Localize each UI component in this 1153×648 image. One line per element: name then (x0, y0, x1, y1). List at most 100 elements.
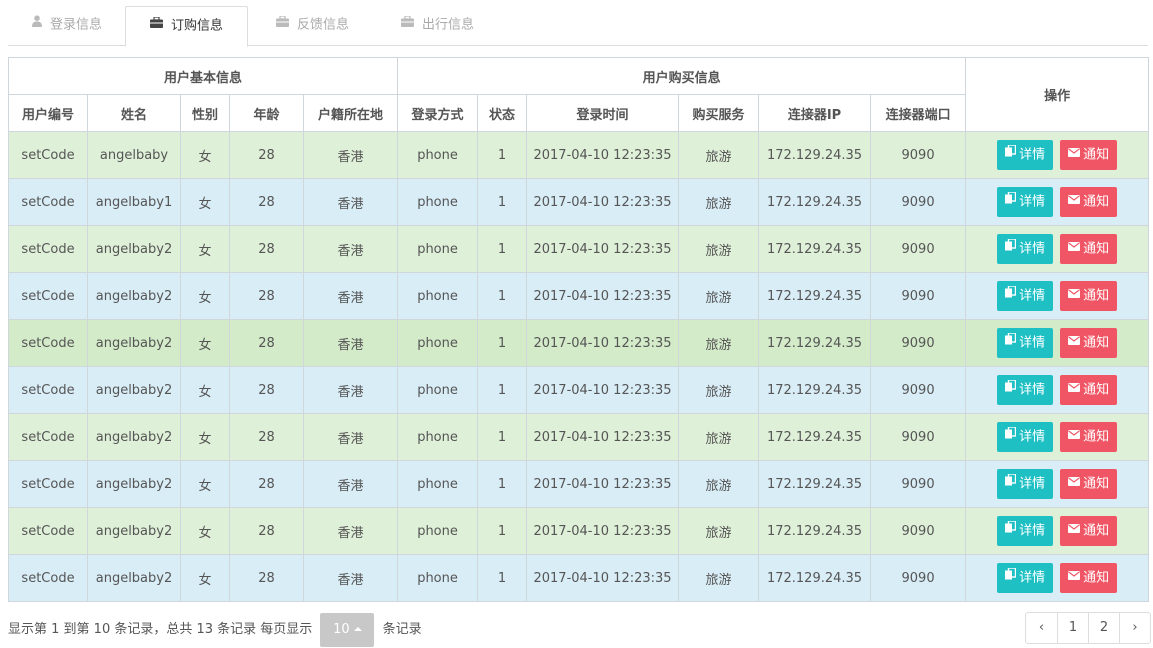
cell-login-method: phone (397, 319, 479, 367)
copy-icon (1005, 139, 1017, 169)
notice-button[interactable]: 通知 (1060, 563, 1118, 593)
detail-button[interactable]: 详情 (997, 139, 1054, 170)
next-page-button[interactable]: › (1119, 613, 1150, 643)
cell-actions: 详情 通知 (965, 131, 1150, 179)
notice-button[interactable]: 通知 (1060, 281, 1118, 311)
detail-label: 详情 (1019, 147, 1046, 163)
cell-connector-ip: 172.129.24.35 (758, 225, 872, 273)
cell-login-time: 2017-04-10 12:23:35 (526, 413, 680, 461)
notice-button[interactable]: 通知 (1060, 186, 1118, 217)
notice-button[interactable]: 通知 (1060, 328, 1118, 358)
envelope-icon (1068, 421, 1081, 451)
briefcase-icon (401, 5, 414, 43)
column-header: 状态 (477, 94, 528, 132)
table-row: setCode angelbaby1 女 28 香港 phone 1 2017-04-10 1… (8, 178, 1150, 226)
envelope-icon (1068, 515, 1081, 545)
cell-age: 28 (229, 272, 304, 320)
copy-icon (1005, 421, 1017, 451)
cell-gender: 女 (180, 507, 230, 555)
detail-button[interactable]: 详情 (997, 233, 1054, 264)
notice-label: 通知 (1083, 476, 1110, 492)
envelope-icon (1068, 468, 1081, 498)
group-header-actions: 操作 (965, 57, 1150, 132)
order-table: 用户基本信息 用户购买信息 操作 用户编号 姓名 性别 年龄 户籍所在地 登录方… (7, 57, 1150, 602)
cell-hometown: 香港 (302, 507, 399, 555)
page-button-2[interactable]: 2 (1088, 613, 1119, 643)
cell-login-time: 2017-04-10 12:23:35 (526, 225, 680, 273)
cell-service: 旅游 (678, 178, 760, 226)
cell-login-method: phone (397, 225, 479, 273)
detail-button[interactable]: 详情 (997, 281, 1054, 311)
cell-service: 旅游 (678, 366, 760, 414)
detail-button[interactable]: 详情 (997, 469, 1054, 499)
summary-suffix: 条记录 (382, 622, 422, 637)
tab-login-info[interactable]: 登录信息 (8, 6, 126, 46)
notice-label: 通知 (1083, 429, 1110, 445)
notice-button[interactable]: 通知 (1060, 468, 1118, 499)
cell-hometown: 香港 (302, 460, 399, 508)
cell-user-id: setCode (8, 225, 88, 273)
notice-label: 通知 (1083, 382, 1110, 398)
detail-button[interactable]: 详情 (997, 515, 1054, 546)
cell-login-time: 2017-04-10 12:23:35 (526, 319, 680, 367)
cell-service: 旅游 (678, 272, 760, 320)
cell-login-method: phone (397, 413, 479, 461)
detail-label: 详情 (1019, 382, 1046, 398)
table-row: setCode angelbaby2 女 28 香港 phone 1 2017-04-10 1… (8, 319, 1150, 367)
cell-status: 1 (477, 366, 528, 414)
cell-status: 1 (477, 272, 528, 320)
table-row: setCode angelbaby2 女 28 香港 phone 1 2017-04-10 1… (8, 507, 1150, 555)
cell-actions: 详情 通知 (965, 554, 1150, 602)
copy-icon (1005, 233, 1017, 263)
prev-page-button[interactable]: ‹ (1026, 613, 1057, 643)
cell-service: 旅游 (678, 413, 760, 461)
cell-name: angelbaby2 (87, 554, 181, 602)
cell-actions: 详情 通知 (965, 507, 1150, 555)
envelope-icon (1068, 233, 1081, 263)
cell-connector-ip: 172.129.24.35 (758, 366, 872, 414)
notice-button[interactable]: 通知 (1060, 421, 1118, 452)
cell-connector-port: 9090 (870, 507, 967, 555)
envelope-icon (1068, 186, 1081, 216)
copy-icon (1005, 186, 1017, 216)
detail-label: 详情 (1019, 288, 1046, 304)
cell-gender: 女 (180, 272, 230, 320)
notice-label: 通知 (1083, 194, 1110, 210)
cell-connector-port: 9090 (870, 272, 967, 320)
detail-button[interactable]: 详情 (997, 375, 1054, 405)
cell-name: angelbaby2 (87, 413, 181, 461)
page-size-dropdown[interactable]: 10 (320, 613, 375, 647)
detail-button[interactable]: 详情 (997, 328, 1054, 358)
notice-button[interactable]: 通知 (1060, 140, 1118, 170)
table-row: setCode angelbaby 女 28 香港 phone 1 2017-04-10 12… (8, 131, 1150, 179)
cell-gender: 女 (180, 131, 230, 179)
cell-age: 28 (229, 225, 304, 273)
tab-order-info[interactable]: 订购信息 (125, 6, 249, 47)
copy-icon (1005, 562, 1017, 592)
table-row: setCode angelbaby2 女 28 香港 phone 1 2017-04-10 1… (8, 225, 1150, 273)
page-button-1[interactable]: 1 (1057, 613, 1088, 643)
tab-travel-info[interactable]: 出行信息 (377, 6, 498, 46)
notice-button[interactable]: 通知 (1060, 375, 1118, 405)
notice-button[interactable]: 通知 (1060, 515, 1118, 546)
notice-button[interactable]: 通知 (1060, 233, 1118, 264)
table-row: setCode angelbaby2 女 28 香港 phone 1 2017-04-10 1… (8, 413, 1150, 461)
summary-prefix: 显示第 1 到第 10 条记录，总共 13 条记录 每页显示 (8, 622, 313, 637)
detail-button[interactable]: 详情 (997, 186, 1054, 217)
cell-name: angelbaby2 (87, 319, 181, 367)
pagination-summary: 显示第 1 到第 10 条记录，总共 13 条记录 每页显示 10 条记录 (8, 613, 422, 647)
notice-label: 通知 (1083, 241, 1110, 257)
tab-feedback-info[interactable]: 反馈信息 (252, 6, 373, 46)
cell-status: 1 (477, 413, 528, 461)
cell-user-id: setCode (8, 413, 88, 461)
detail-label: 详情 (1019, 570, 1046, 586)
cell-gender: 女 (180, 366, 230, 414)
cell-service: 旅游 (678, 507, 760, 555)
detail-button[interactable]: 详情 (997, 562, 1054, 593)
detail-button[interactable]: 详情 (997, 421, 1054, 452)
cell-hometown: 香港 (302, 225, 399, 273)
copy-icon (1005, 515, 1017, 545)
detail-label: 详情 (1019, 241, 1046, 257)
notice-label: 通知 (1083, 523, 1110, 539)
cell-age: 28 (229, 554, 304, 602)
